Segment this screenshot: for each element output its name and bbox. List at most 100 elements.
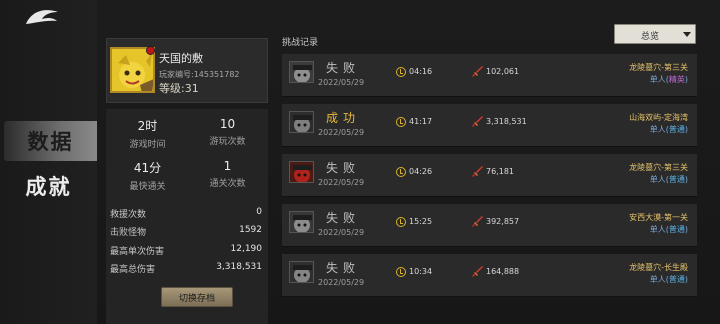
record-result: 成功 [326, 111, 361, 125]
record-avatar [289, 161, 314, 183]
left-nav: 数据 成就 [0, 0, 97, 324]
stat-row-key: 最高单次伤害 [110, 247, 165, 257]
record-mode-suffix: ) [684, 225, 688, 234]
record-avatar [289, 111, 314, 133]
record-difficulty: 普通 [668, 175, 685, 184]
record-mode-suffix: ) [684, 275, 688, 284]
record-result: 失败 [326, 161, 361, 175]
stat-fastest-clear: 41分 最快通关 [110, 159, 185, 192]
record-date: 2022/05/29 [318, 278, 365, 287]
stat-label: 最快通关 [129, 182, 166, 192]
record-mode: 单人(普通) [650, 274, 688, 285]
record-stage: 龙陵墓穴-第三关 [629, 63, 688, 72]
record-row[interactable]: 失败 2022/05/29 10:34 164,888 龙陵墓穴-长生殿 单人(… [282, 254, 697, 297]
stat-value: 2时 [137, 119, 158, 133]
record-avatar [289, 61, 314, 83]
stat-clear-count: 1 通关次数 [190, 159, 265, 189]
record-row[interactable]: 失败 2022/05/29 15:25 392,857 安西大漠-第一关 单人(… [282, 204, 697, 247]
clock-icon [396, 117, 406, 127]
dragon-logo-icon [26, 10, 58, 24]
clock-icon [396, 267, 406, 277]
record-mode-prefix: 单人( [649, 75, 669, 84]
record-mode-suffix: ) [684, 175, 688, 184]
clock-icon [396, 167, 406, 177]
sword-icon [472, 116, 483, 127]
stat-row-max-total-damage: 最高总伤害 3,318,531 [110, 262, 262, 275]
stat-row-value: 3,318,531 [216, 262, 262, 272]
stat-value: 41分 [133, 161, 162, 175]
record-date: 2022/05/29 [318, 78, 365, 87]
stat-row-key: 救援次数 [110, 210, 147, 220]
record-mode: 单人(精英) [650, 74, 688, 85]
record-difficulty: 普通 [668, 125, 685, 134]
record-avatar [289, 261, 314, 283]
record-stage: 安西大漠-第一关 [629, 213, 688, 222]
record-date: 2022/05/29 [318, 228, 365, 237]
main-panel: 天国的敷 玩家编号:145351782 等级:31 2时 游戏时间 10 游玩次… [97, 0, 720, 324]
stat-label: 通关次数 [209, 179, 246, 189]
stats-panel: 2时 游戏时间 10 游玩次数 41分 最快通关 1 通关次数 救援次数 0 击… [106, 109, 268, 324]
record-date: 2022/05/29 [318, 128, 365, 137]
record-time: 41:17 [409, 117, 433, 126]
record-mode: 单人(普通) [650, 174, 688, 185]
record-time: 04:16 [409, 67, 433, 76]
stat-play-count: 10 游玩次数 [190, 117, 265, 147]
notification-dot [146, 46, 155, 55]
nav-tab-achievements[interactable]: 成就 [0, 166, 97, 206]
player-id: 玩家编号:145351782 [159, 70, 240, 79]
stat-row-rescues: 救援次数 0 [110, 207, 262, 220]
profile-card: 天国的敷 玩家编号:145351782 等级:31 [106, 38, 268, 103]
player-level: 等级:31 [159, 82, 199, 95]
record-avatar [289, 211, 314, 233]
stat-label: 游戏时间 [129, 140, 166, 150]
stat-value: 10 [219, 117, 236, 131]
record-stage: 龙陵墓穴-第三关 [629, 163, 688, 172]
record-date: 2022/05/29 [318, 178, 365, 187]
record-result: 失败 [326, 211, 361, 225]
stat-row-value: 1592 [239, 225, 262, 235]
records-filter-select[interactable]: 总览 [614, 24, 696, 44]
records-title: 挑战记录 [282, 38, 319, 48]
record-difficulty: 精英 [668, 75, 685, 84]
record-stage: 山海双屿-定海湾 [629, 113, 688, 122]
stat-row-key: 击败怪物 [110, 228, 147, 238]
record-mode-suffix: ) [684, 125, 688, 134]
sword-icon [472, 266, 483, 277]
record-result: 失败 [326, 261, 361, 275]
clock-icon [396, 217, 406, 227]
record-damage: 3,318,531 [486, 117, 527, 126]
record-time: 15:25 [409, 217, 433, 226]
stat-play-time: 2时 游戏时间 [110, 117, 185, 150]
record-result: 失败 [326, 61, 361, 75]
stat-row-value: 12,190 [230, 244, 263, 254]
record-time: 10:34 [409, 267, 433, 276]
chevron-down-icon [683, 32, 691, 37]
record-mode-suffix: ) [684, 75, 688, 84]
sword-icon [472, 216, 483, 227]
record-mode: 单人(普通) [650, 124, 688, 135]
record-mode-prefix: 单人( [649, 175, 669, 184]
switch-save-button[interactable]: 切换存档 [161, 287, 233, 307]
sword-icon [472, 166, 483, 177]
clock-icon [396, 67, 406, 77]
record-mode-prefix: 单人( [649, 275, 669, 284]
sword-icon [472, 66, 483, 77]
nav-tab-data[interactable]: 数据 [4, 121, 97, 161]
stat-label: 游玩次数 [209, 137, 246, 147]
record-damage: 164,888 [486, 267, 520, 276]
record-stage: 龙陵墓穴-长生殿 [629, 263, 688, 272]
stat-value: 1 [223, 159, 232, 173]
stat-row-value: 0 [256, 207, 262, 217]
record-mode: 单人(普通) [650, 224, 688, 235]
player-name: 天国的敷 [159, 52, 203, 65]
record-time: 04:26 [409, 167, 433, 176]
record-row[interactable]: 失败 2022/05/29 04:16 102,061 龙陵墓穴-第三关 单人(… [282, 54, 697, 97]
filter-value: 总览 [641, 32, 660, 42]
record-row[interactable]: 成功 2022/05/29 41:17 3,318,531 山海双屿-定海湾 单… [282, 104, 697, 147]
stat-row-max-single-damage: 最高单次伤害 12,190 [110, 244, 262, 257]
record-row[interactable]: 失败 2022/05/29 04:26 76,181 龙陵墓穴-第三关 单人(普… [282, 154, 697, 197]
stat-row-monsters: 击败怪物 1592 [110, 225, 262, 238]
record-damage: 102,061 [486, 67, 520, 76]
record-damage: 76,181 [486, 167, 514, 176]
record-difficulty: 普通 [668, 275, 685, 284]
